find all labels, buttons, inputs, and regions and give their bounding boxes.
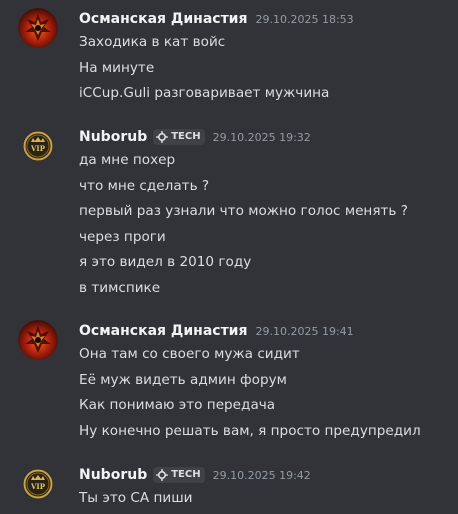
message-text: Ты это СА пиши	[79, 490, 193, 506]
vip-badge-icon[interactable]: VIP	[18, 126, 58, 166]
message-lines: Она там со своего мужа сидит Её муж виде…	[79, 342, 421, 444]
chat-message-list: Османская Династия 29.10.2025 18:53 Захо…	[0, 0, 458, 514]
message-text: Заходика в кат войс	[79, 34, 226, 50]
message-text: Её муж видеть админ форум	[79, 371, 287, 388]
message-lines: да мне похер что мне сделать ? первый ра…	[79, 148, 408, 301]
timestamp[interactable]: 29.10.2025 19:32	[213, 127, 311, 149]
message-lines: Ты это СА пиши	[79, 486, 192, 512]
message-header: Nuborub TECH 29.10.2025 19:32	[79, 126, 311, 148]
username[interactable]: Османская Династия	[79, 8, 248, 30]
ottoman-emblem-icon[interactable]	[18, 320, 58, 360]
timestamp[interactable]: 29.10.2025 19:42	[213, 465, 311, 487]
server-tag[interactable]: TECH	[153, 467, 205, 483]
message-text: что мне сделать ?	[79, 177, 210, 194]
username[interactable]: Nuborub	[79, 464, 147, 486]
server-tag[interactable]: TECH	[153, 129, 205, 145]
message-lines: Заходика в кат войс На минуте iCCup.Guli…	[79, 30, 329, 107]
message-text: Как понимаю это передача	[79, 397, 276, 413]
message-text: первый раз узнали что можно голос менять…	[79, 203, 408, 219]
svg-text:VIP: VIP	[30, 482, 46, 491]
username[interactable]: Османская Династия	[79, 320, 248, 342]
username[interactable]: Nuborub	[79, 126, 147, 148]
timestamp[interactable]: 29.10.2025 19:41	[256, 321, 354, 343]
message-text: Ну конечно решать вам, я просто предупре…	[79, 422, 421, 439]
svg-text:VIP: VIP	[30, 144, 46, 153]
tag-label: TECH	[171, 469, 201, 480]
message-text: я это видел в 2010 году	[79, 254, 252, 270]
ottoman-emblem-icon[interactable]	[18, 8, 58, 48]
message-header: Османская Династия 29.10.2025 19:41	[79, 320, 354, 342]
message-text: На минуте	[79, 59, 155, 76]
message-text: iCCup.Guli разговаривает мужчина	[79, 85, 330, 101]
message-header: Османская Династия 29.10.2025 18:53	[79, 8, 354, 30]
vip-badge-icon[interactable]: VIP	[18, 464, 58, 504]
gear-badge-icon	[156, 469, 169, 481]
message-header: Nuborub TECH 29.10.2025 19:42	[79, 464, 311, 486]
gear-badge-icon	[156, 131, 169, 143]
tag-label: TECH	[171, 131, 201, 142]
timestamp[interactable]: 29.10.2025 18:53	[256, 9, 354, 31]
message-text: да мне похер	[79, 152, 176, 168]
message-text: Она там со своего мужа сидит	[79, 346, 300, 362]
message-text: через проги	[79, 228, 166, 245]
message-text: в тимспике	[79, 279, 161, 296]
